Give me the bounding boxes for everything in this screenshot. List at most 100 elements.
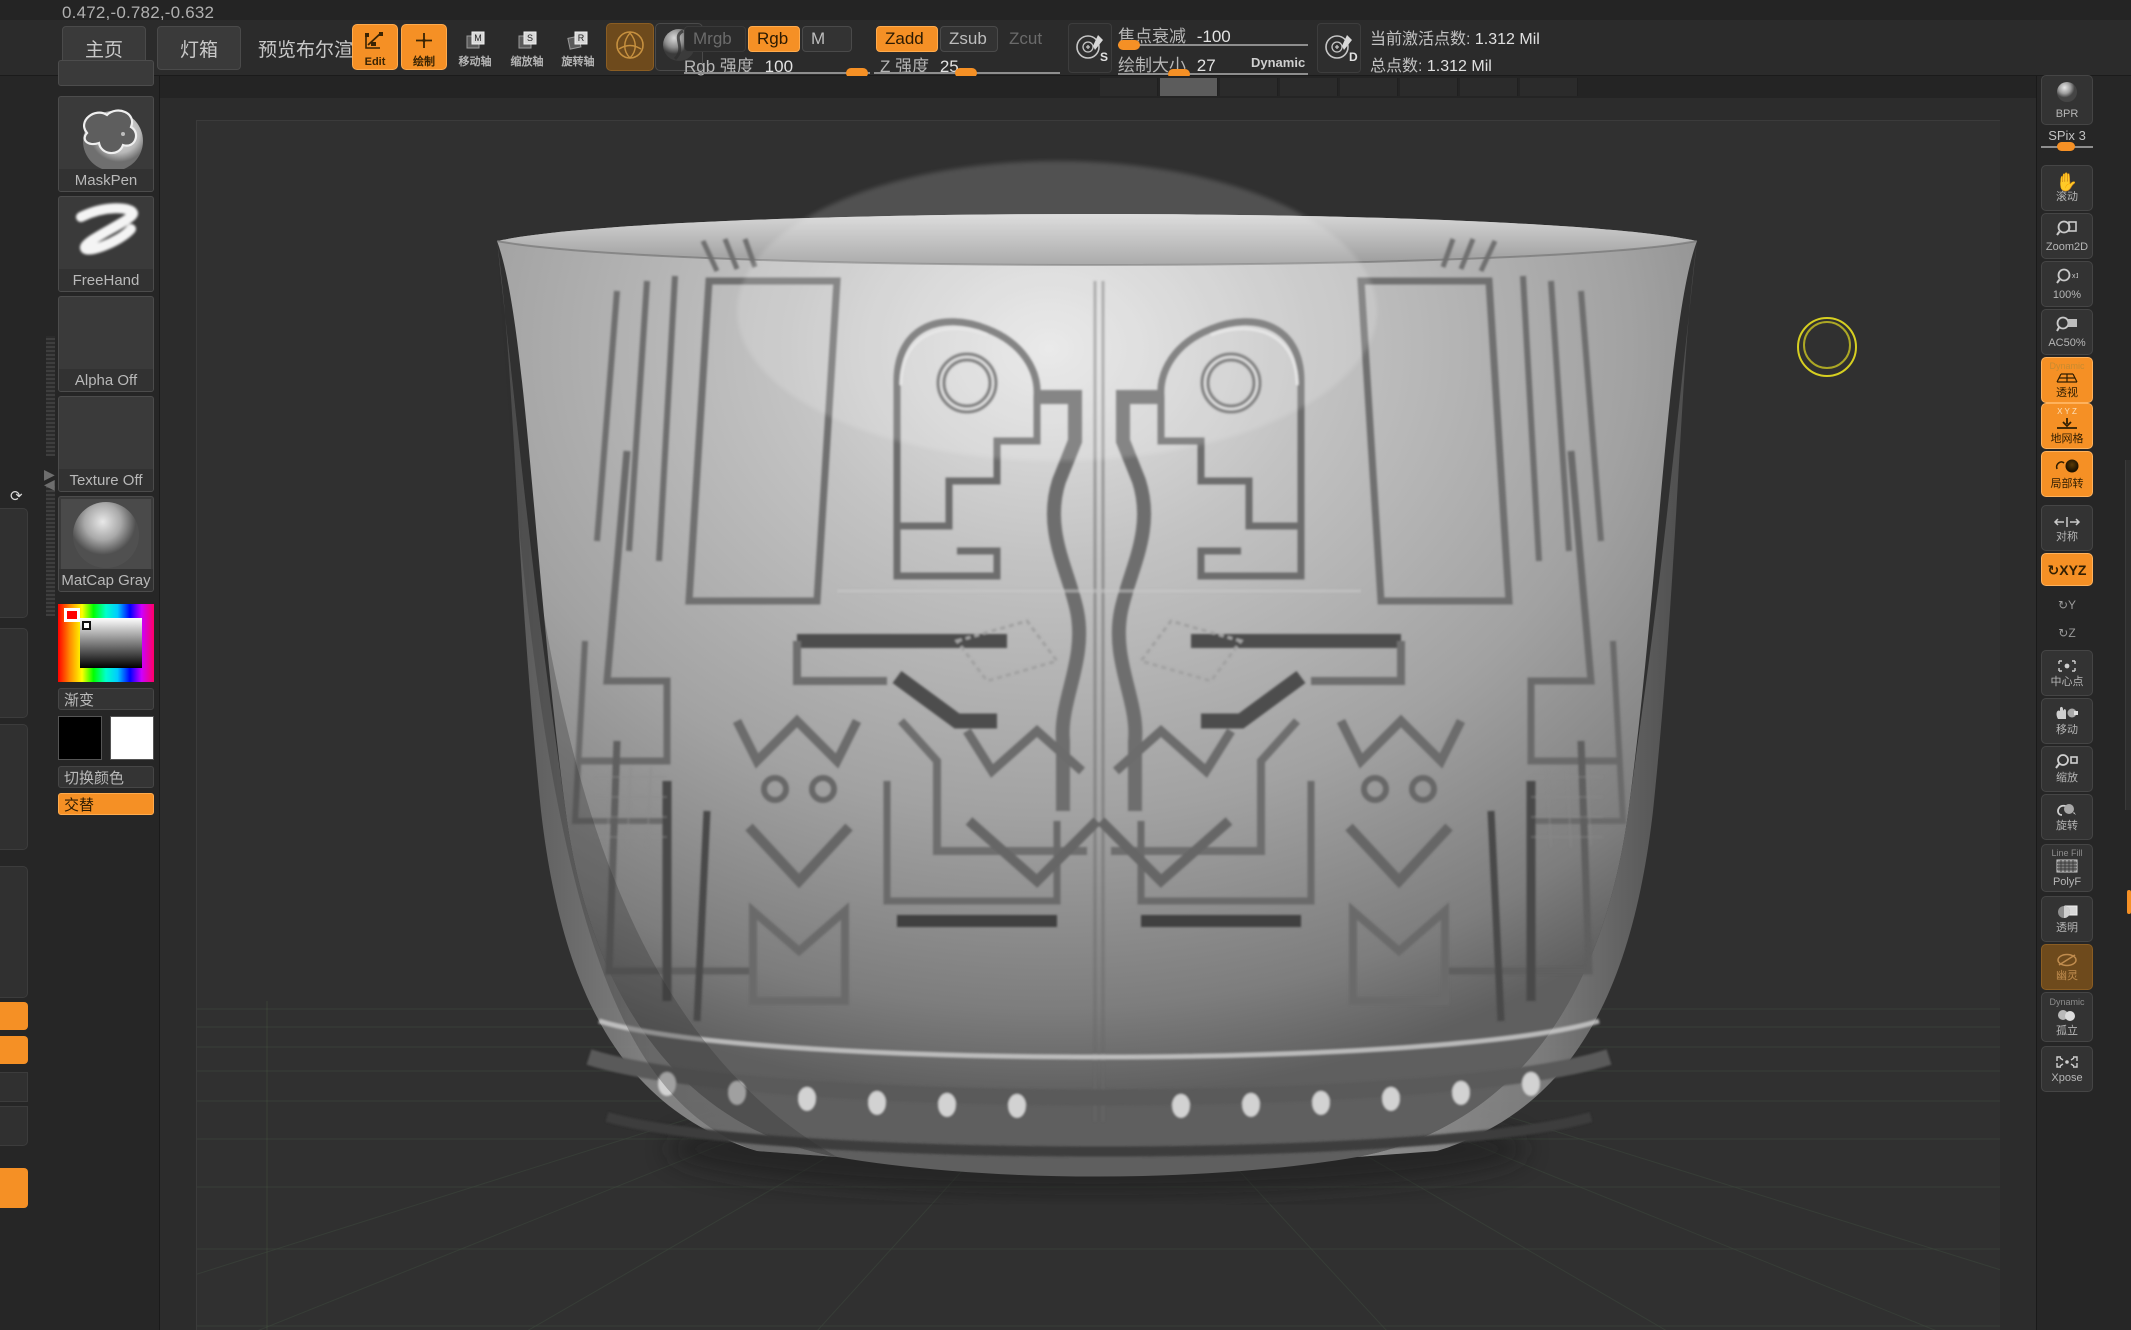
solo-button[interactable]: Dynamic 孤立: [2041, 992, 2093, 1042]
material-active-button[interactable]: [606, 23, 654, 71]
document-canvas[interactable]: [196, 120, 2000, 1330]
rotate-label: 旋转: [2056, 820, 2078, 832]
brush-thumb-caption: MaskPen: [59, 169, 153, 191]
actual-size-button[interactable]: x1 100%: [2041, 261, 2093, 307]
axis-z-button[interactable]: ↻Z: [2048, 620, 2086, 646]
left-shelf-grip-bottom[interactable]: [46, 486, 55, 616]
matcap-gray-icon: [61, 499, 151, 571]
perspective-button[interactable]: Dynamic 透视: [2041, 357, 2093, 403]
svg-text:S: S: [1100, 50, 1108, 64]
brush-d-icon[interactable]: D: [1320, 28, 1360, 68]
draw-size-track[interactable]: [1118, 73, 1308, 75]
rgb-label: Rgb: [757, 29, 789, 48]
svg-text:R: R: [578, 33, 585, 43]
edge-partial-orange-2[interactable]: [0, 1036, 28, 1064]
alpha-thumb[interactable]: Alpha Off: [58, 296, 154, 392]
dynamic-toggle[interactable]: Dynamic: [1251, 55, 1305, 70]
secondary-color-swatch[interactable]: [110, 716, 154, 760]
brush-thumb[interactable]: MaskPen: [58, 96, 154, 192]
zadd-toggle[interactable]: Zadd: [876, 26, 938, 52]
half-size-button[interactable]: AC50%: [2041, 309, 2093, 355]
polyframe-label: PolyF: [2052, 875, 2082, 888]
edge-partial-button-2[interactable]: [0, 628, 28, 718]
tool-thumb-partial[interactable]: [58, 60, 154, 86]
focal-shift-knob[interactable]: [1118, 40, 1140, 50]
canvas-area[interactable]: [160, 76, 2036, 1330]
stroke-thumb[interactable]: FreeHand: [58, 196, 154, 292]
rgb-toggle[interactable]: Rgb: [748, 26, 800, 52]
move-button[interactable]: 移动: [2041, 698, 2093, 744]
axis-xyz-button[interactable]: ↻XYZ: [2041, 553, 2093, 586]
primary-color-swatch[interactable]: [58, 716, 102, 760]
zsub-toggle[interactable]: Zsub: [940, 26, 998, 52]
edge-partial-button-5[interactable]: [0, 1072, 28, 1102]
edge-partial-button-4[interactable]: [0, 866, 28, 998]
refresh-icon[interactable]: ⟳: [10, 487, 26, 505]
gradient-button[interactable]: 渐变: [58, 688, 154, 710]
move-axis-icon: M: [463, 31, 487, 56]
scroll-button[interactable]: ✋ 滚动: [2041, 165, 2093, 211]
edit-button[interactable]: Edit: [352, 24, 398, 70]
edge-partial-orange-1[interactable]: [0, 1002, 28, 1030]
right-edge-panel-sliver: [2125, 460, 2131, 810]
scale-button[interactable]: 缩放: [2041, 746, 2093, 792]
bpr-button[interactable]: BPR: [2041, 75, 2093, 125]
texture-thumb[interactable]: Texture Off: [58, 396, 154, 492]
material-thumb[interactable]: MatCap Gray: [58, 496, 154, 592]
rgb-intensity-track[interactable]: [684, 72, 870, 74]
transparency-button[interactable]: 透明: [2041, 896, 2093, 942]
xpose-button[interactable]: Xpose: [2041, 1046, 2093, 1092]
brush-s-icon[interactable]: S: [1071, 28, 1111, 68]
symmetry-button[interactable]: 对称: [2041, 505, 2093, 551]
spix-slider[interactable]: SPix 3: [2041, 128, 2093, 151]
ruler-cell-selected[interactable]: [1160, 78, 1218, 96]
material-thumb-caption: MatCap Gray: [59, 569, 153, 591]
floor-grid-button[interactable]: X Y Z 地网格: [2041, 403, 2093, 449]
m-toggle[interactable]: M: [802, 26, 852, 52]
rotate-axis-button[interactable]: R 旋转轴: [555, 24, 601, 70]
local-rotate-button[interactable]: 局部转: [2041, 451, 2093, 497]
local-rotate-label: 局部转: [2050, 477, 2084, 490]
frame-center-button[interactable]: 中心点: [2041, 650, 2093, 696]
focal-shift-track[interactable]: [1118, 44, 1308, 46]
bpr-sphere-icon: [2052, 81, 2082, 108]
spix-track[interactable]: [2041, 142, 2093, 151]
polyframe-button[interactable]: Line Fill PolyF: [2041, 844, 2093, 892]
svg-text:D: D: [1349, 50, 1358, 64]
axis-y-button[interactable]: ↻Y: [2048, 592, 2086, 618]
edge-partial-button-3[interactable]: [0, 724, 28, 850]
scale-axis-button[interactable]: S 缩放轴: [504, 24, 550, 70]
symmetry-arrows-icon: [2053, 513, 2081, 531]
edge-partial-button-1[interactable]: [0, 508, 28, 618]
edge-partial-button-6[interactable]: [0, 1106, 28, 1146]
switch-color-button[interactable]: 切换颜色: [58, 766, 154, 788]
menu-lightbox[interactable]: 灯箱: [157, 26, 241, 70]
sculpt-model[interactable]: [197, 121, 2000, 1330]
rotate-button[interactable]: 旋转: [2041, 794, 2093, 840]
scale-axis-icon: S: [515, 31, 539, 56]
spix-knob[interactable]: [2057, 142, 2075, 151]
draw-button[interactable]: 绘制: [401, 24, 447, 70]
alternate-button[interactable]: 交替: [58, 793, 154, 815]
magnifier-fit-icon: [2056, 316, 2078, 337]
zcut-toggle[interactable]: Zcut: [1000, 26, 1054, 52]
move-hand-icon: [2054, 706, 2080, 724]
left-shelf-expand-arrows[interactable]: ▶ ◀: [44, 467, 55, 491]
color-picker[interactable]: [58, 604, 154, 682]
top-toolbar: 主页 灯箱 预览布尔渲染 Edit 绘制 M 移动轴 S 缩放轴 R 旋转轴 M…: [0, 20, 2131, 79]
xpose-label: Xpose: [2051, 1072, 2083, 1084]
active-points-stat: 当前激活点数: 1.312 Mil: [1370, 25, 1540, 49]
brush-cursor: [1797, 317, 1863, 383]
color-picker-hue-marker[interactable]: [64, 608, 80, 622]
ghost-button[interactable]: 幽灵: [2041, 944, 2093, 990]
mrgb-toggle[interactable]: Mrgb: [684, 26, 746, 52]
edge-partial-orange-3[interactable]: [0, 1168, 28, 1208]
zoom2d-button[interactable]: Zoom2D: [2041, 213, 2093, 259]
ghost-label: 幽灵: [2056, 970, 2078, 982]
move-axis-button[interactable]: M 移动轴: [452, 24, 498, 70]
gradient-label: 渐变: [64, 691, 95, 709]
scroll-label: 滚动: [2056, 191, 2078, 203]
left-shelf-grip-top[interactable]: [46, 336, 55, 456]
color-picker-sv-marker[interactable]: [82, 621, 91, 630]
right-edge-orange-sliver[interactable]: [2127, 890, 2131, 914]
